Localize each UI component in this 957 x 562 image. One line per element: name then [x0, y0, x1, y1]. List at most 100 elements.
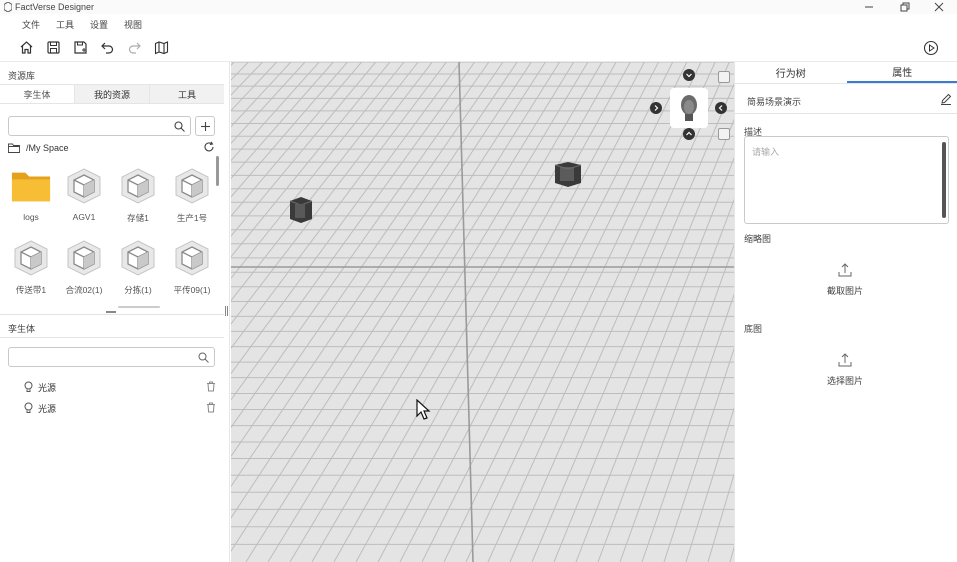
base-map-label: 底图 — [744, 324, 763, 334]
scene-viewport[interactable] — [231, 62, 734, 562]
chevron-up-icon[interactable] — [683, 128, 695, 140]
redo-icon[interactable] — [126, 39, 143, 56]
library-tabs: 孪生体 我的资源 工具 — [0, 84, 224, 104]
close-icon[interactable] — [922, 0, 956, 14]
scene-object[interactable] — [287, 195, 315, 225]
twin-search-input[interactable] — [8, 347, 215, 367]
desc-placeholder: 请输入 — [752, 147, 780, 157]
tab-tools[interactable]: 工具 — [150, 85, 224, 103]
asset-label: 合流02(1) — [65, 285, 103, 295]
asset-item[interactable]: 分拣(1) — [113, 238, 163, 302]
asset-item[interactable]: 生产1号 — [167, 166, 217, 230]
library-title: 资源库 — [8, 71, 36, 81]
cube-icon — [118, 166, 158, 206]
twin-list-item[interactable]: 光源 — [24, 380, 216, 394]
menu-view[interactable]: 视图 — [124, 18, 142, 31]
capture-image-button[interactable]: 截取图片 — [775, 262, 915, 302]
divider — [0, 337, 224, 338]
tab-twins[interactable]: 孪生体 — [0, 85, 75, 103]
asset-item[interactable]: 存储1 — [113, 166, 163, 230]
upload-icon — [838, 353, 852, 367]
save-icon[interactable] — [45, 39, 62, 56]
assets-hscrollbar[interactable] — [118, 306, 160, 308]
twin-label: 光源 — [38, 382, 57, 393]
menu-settings[interactable]: 设置 — [90, 18, 108, 31]
asset-label: 存储1 — [127, 213, 149, 223]
right-panel: 行为树 属性 简易场景演示 描述 请输入 缩略图 截取图片 底图 选择图片 — [734, 62, 957, 562]
folder-outline-icon — [8, 143, 20, 153]
mouse-cursor-icon — [416, 399, 431, 420]
asset-label: 平传09(1) — [173, 285, 211, 295]
folder-icon — [11, 166, 51, 206]
assets-scrollbar[interactable] — [216, 156, 219, 186]
cube-icon — [172, 238, 212, 278]
asset-label: logs — [23, 212, 39, 222]
capture-image-label: 截取图片 — [826, 286, 863, 296]
menu-tools[interactable]: 工具 — [56, 18, 74, 31]
asset-label: 分拣(1) — [124, 285, 152, 295]
panel-resize-handle[interactable] — [225, 306, 228, 316]
asset-item[interactable]: 合流02(1) — [59, 238, 109, 302]
upload-icon — [838, 263, 852, 277]
home-icon[interactable] — [18, 39, 35, 56]
trash-icon[interactable] — [206, 402, 216, 413]
select-image-label: 选择图片 — [826, 376, 863, 386]
edit-icon[interactable] — [940, 93, 952, 105]
menu-file[interactable]: 文件 — [22, 18, 40, 31]
menu-bar: 文件 工具 设置 视图 — [0, 14, 957, 34]
restore-icon[interactable] — [888, 0, 922, 14]
scene-object[interactable] — [552, 161, 584, 189]
library-search-input[interactable] — [8, 116, 191, 136]
app-logo-icon — [3, 1, 13, 13]
asset-label: 传送带1 — [15, 285, 47, 295]
app-title: FactVerse Designer — [15, 2, 95, 12]
breadcrumb: /My Space — [8, 142, 69, 154]
trash-icon[interactable] — [206, 381, 216, 392]
cube-icon — [64, 166, 104, 206]
chevron-down-icon[interactable] — [683, 69, 695, 81]
asset-item[interactable]: 平传09(1) — [167, 238, 217, 302]
cube-icon — [11, 238, 51, 278]
refresh-icon[interactable] — [203, 141, 215, 153]
asset-label: 生产1号 — [176, 213, 208, 223]
cube-icon — [172, 166, 212, 206]
twin-list-title: 孪生体 — [8, 324, 36, 334]
view-cube[interactable] — [670, 88, 708, 128]
play-icon[interactable] — [923, 40, 939, 56]
screenshot-icon[interactable] — [718, 71, 730, 83]
asset-item[interactable]: AGV1 — [59, 166, 109, 230]
asset-item[interactable]: logs — [6, 166, 56, 230]
desc-scrollbar[interactable] — [942, 142, 946, 218]
undo-icon[interactable] — [99, 39, 116, 56]
tab-my-resources[interactable]: 我的资源 — [75, 85, 150, 103]
description-textarea[interactable]: 请输入 — [744, 136, 949, 224]
splitter-handle[interactable] — [106, 311, 116, 313]
plus-icon — [200, 121, 210, 131]
twin-list-item[interactable]: 光源 — [24, 401, 216, 415]
add-resource-button[interactable] — [195, 116, 215, 136]
toolbar — [0, 34, 957, 62]
current-path: /My Space — [26, 143, 69, 153]
tab-behavior-tree[interactable]: 行为树 — [735, 62, 847, 83]
tab-properties[interactable]: 属性 — [846, 62, 957, 83]
divider — [0, 314, 224, 315]
thumbnail-label: 缩略图 — [744, 234, 772, 244]
save-as-icon[interactable] — [72, 39, 89, 56]
search-icon[interactable] — [174, 121, 185, 132]
asset-item[interactable]: 传送带1 — [6, 238, 56, 302]
chevron-right-icon[interactable] — [650, 102, 662, 114]
minimize-icon[interactable] — [852, 0, 886, 14]
lightbulb-icon — [24, 381, 33, 392]
search-icon[interactable] — [198, 352, 209, 363]
grid-toggle-icon[interactable] — [718, 128, 730, 140]
right-tabs: 行为树 属性 — [735, 62, 957, 84]
chevron-left-icon[interactable] — [715, 102, 727, 114]
head-orientation-icon — [681, 95, 697, 121]
map-icon[interactable] — [153, 39, 170, 56]
cube-icon — [118, 238, 158, 278]
select-image-button[interactable]: 选择图片 — [775, 352, 915, 392]
asset-label: AGV1 — [72, 212, 96, 222]
cube-icon — [64, 238, 104, 278]
divider — [735, 113, 957, 114]
scene-name: 简易场景演示 — [747, 97, 802, 107]
